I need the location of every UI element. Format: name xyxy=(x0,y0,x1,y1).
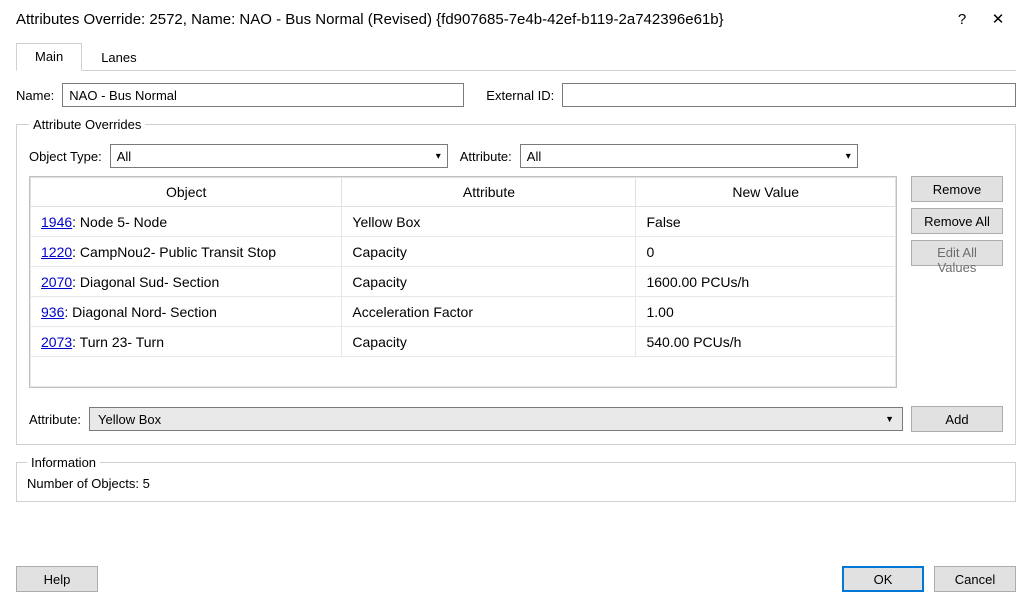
overrides-body: Object Attribute New Value 1946: Node 5-… xyxy=(29,176,1003,388)
name-input[interactable] xyxy=(62,83,464,107)
dialog-window: Attributes Override: 2572, Name: NAO - B… xyxy=(0,0,1032,604)
object-rest: : Diagonal Sud- Section xyxy=(72,274,219,290)
attribute-add-label: Attribute: xyxy=(29,412,81,427)
attribute-filter-selected: All xyxy=(527,149,541,164)
number-of-objects: Number of Objects: 5 xyxy=(27,476,1005,491)
cell-object: 2070: Diagonal Sud- Section xyxy=(31,267,342,297)
cell-attribute: Capacity xyxy=(342,327,636,357)
external-id-input[interactable] xyxy=(562,83,1016,107)
filter-row: Object Type: All ▾ Attribute: All ▾ xyxy=(29,144,1003,168)
cell-value: 1.00 xyxy=(636,297,896,327)
titlebar: Attributes Override: 2572, Name: NAO - B… xyxy=(0,0,1032,36)
chevron-down-icon: ▾ xyxy=(846,151,851,162)
object-id-link[interactable]: 1220 xyxy=(41,244,72,260)
information-legend: Information xyxy=(27,455,100,470)
name-row: Name: External ID: xyxy=(16,83,1016,107)
cell-value: 1600.00 PCUs/h xyxy=(636,267,896,297)
table-row[interactable]: 2070: Diagonal Sud- Section Capacity 160… xyxy=(31,267,896,297)
attribute-overrides-group: Attribute Overrides Object Type: All ▾ A… xyxy=(16,117,1016,445)
object-rest: : Node 5- Node xyxy=(72,214,167,230)
cell-object: 2073: Turn 23- Turn xyxy=(31,327,342,357)
chevron-down-icon: ▼ xyxy=(885,414,894,424)
tab-main[interactable]: Main xyxy=(16,43,82,71)
col-new-value[interactable]: New Value xyxy=(636,178,896,207)
edit-all-values-button[interactable]: Edit All Values xyxy=(911,240,1003,266)
cell-value: False xyxy=(636,207,896,237)
overrides-table: Object Attribute New Value 1946: Node 5-… xyxy=(30,177,896,387)
object-id-link[interactable]: 936 xyxy=(41,304,64,320)
dialog-footer: Help OK Cancel xyxy=(16,566,1016,592)
attribute-add-row: Attribute: Yellow Box ▼ Add xyxy=(29,406,1003,432)
cell-attribute: Acceleration Factor xyxy=(342,297,636,327)
external-id-label: External ID: xyxy=(486,88,554,103)
add-button[interactable]: Add xyxy=(911,406,1003,432)
table-header-row: Object Attribute New Value xyxy=(31,178,896,207)
side-buttons: Remove Remove All Edit All Values xyxy=(911,176,1003,388)
information-group: Information Number of Objects: 5 xyxy=(16,455,1016,502)
cell-attribute: Capacity xyxy=(342,237,636,267)
window-title: Attributes Override: 2572, Name: NAO - B… xyxy=(16,11,944,28)
tab-content-main: Name: External ID: Attribute Overrides O… xyxy=(0,71,1032,502)
object-id-link[interactable]: 1946 xyxy=(41,214,72,230)
table-empty-space xyxy=(31,357,896,387)
attribute-filter-dropdown[interactable]: All ▾ xyxy=(520,144,858,168)
name-label: Name: xyxy=(16,88,54,103)
overrides-table-wrap: Object Attribute New Value 1946: Node 5-… xyxy=(29,176,897,388)
table-row[interactable]: 1220: CampNou2- Public Transit Stop Capa… xyxy=(31,237,896,267)
object-rest: : Diagonal Nord- Section xyxy=(64,304,217,320)
object-rest: : Turn 23- Turn xyxy=(72,334,164,350)
cell-attribute: Capacity xyxy=(342,267,636,297)
cell-object: 936: Diagonal Nord- Section xyxy=(31,297,342,327)
chevron-down-icon: ▾ xyxy=(436,151,441,162)
object-id-link[interactable]: 2070 xyxy=(41,274,72,290)
object-type-label: Object Type: xyxy=(29,149,102,164)
remove-all-button[interactable]: Remove All xyxy=(911,208,1003,234)
cell-value: 540.00 PCUs/h xyxy=(636,327,896,357)
ok-button[interactable]: OK xyxy=(842,566,924,592)
tab-lanes[interactable]: Lanes xyxy=(82,44,155,71)
cell-value: 0 xyxy=(636,237,896,267)
cancel-button[interactable]: Cancel xyxy=(934,566,1016,592)
attribute-overrides-legend: Attribute Overrides xyxy=(29,117,145,132)
attribute-add-dropdown[interactable]: Yellow Box ▼ xyxy=(89,407,903,431)
object-id-link[interactable]: 2073 xyxy=(41,334,72,350)
table-row[interactable]: 936: Diagonal Nord- Section Acceleration… xyxy=(31,297,896,327)
help-icon[interactable]: ? xyxy=(944,11,980,28)
help-button[interactable]: Help xyxy=(16,566,98,592)
object-rest: : CampNou2- Public Transit Stop xyxy=(72,244,276,260)
table-row[interactable]: 2073: Turn 23- Turn Capacity 540.00 PCUs… xyxy=(31,327,896,357)
attribute-filter-label: Attribute: xyxy=(460,149,512,164)
object-type-dropdown[interactable]: All ▾ xyxy=(110,144,448,168)
object-type-selected: All xyxy=(117,149,131,164)
cell-object: 1946: Node 5- Node xyxy=(31,207,342,237)
remove-button[interactable]: Remove xyxy=(911,176,1003,202)
tab-bar: Main Lanes xyxy=(16,42,1016,71)
cell-attribute: Yellow Box xyxy=(342,207,636,237)
table-row[interactable]: 1946: Node 5- Node Yellow Box False xyxy=(31,207,896,237)
cell-object: 1220: CampNou2- Public Transit Stop xyxy=(31,237,342,267)
col-attribute[interactable]: Attribute xyxy=(342,178,636,207)
attribute-add-selected: Yellow Box xyxy=(98,412,161,427)
col-object[interactable]: Object xyxy=(31,178,342,207)
close-icon[interactable]: ✕ xyxy=(980,10,1016,28)
